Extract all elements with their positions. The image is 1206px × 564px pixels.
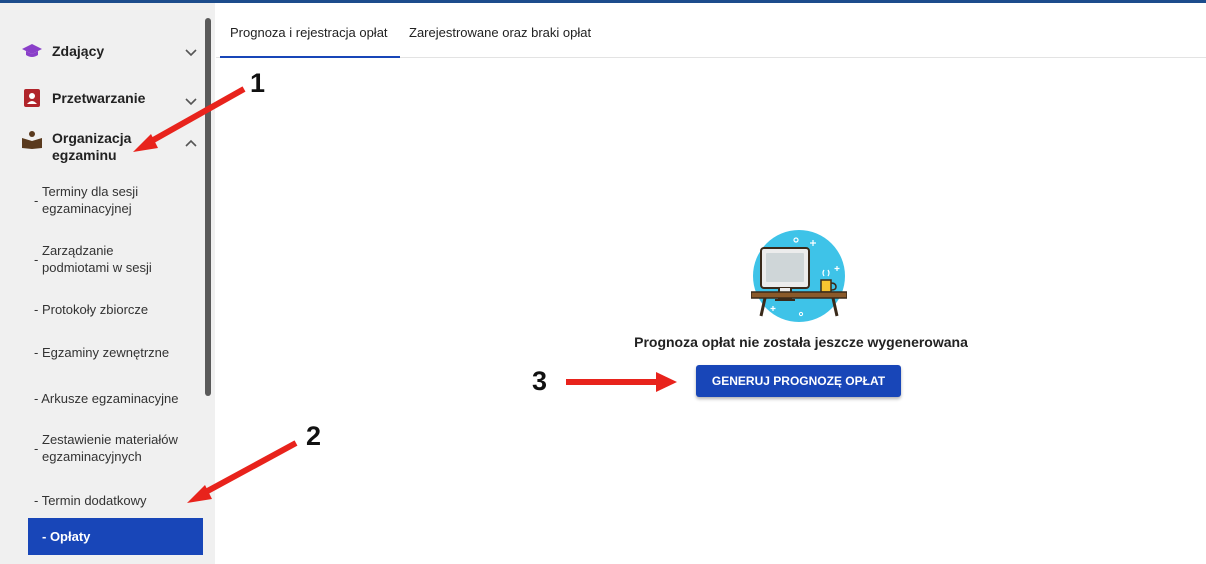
annotation-label-3: 3 [532,366,548,396]
empty-state-message: Prognoza opłat nie została jeszcze wygen… [634,334,968,350]
chevron-down-icon [185,46,197,58]
annotation-label-1: 1 [250,68,266,98]
sidebar-group-organizacja-egzaminu[interactable]: Organizacja egzaminu [0,128,203,164]
tab-zarejestrowane[interactable]: Zarejestrowane oraz braki opłat [409,25,591,40]
sidebar-item-label: - Arkusze egzaminacyjne [34,391,179,406]
annotation-arrow-3 [566,372,677,392]
sidebar-item-zestawienie[interactable]: - Zestawienie materiałów egzaminacyjnych [34,431,178,465]
sidebar-item-label: egzaminacyjnych [42,449,142,464]
sidebar-item-terminy[interactable]: - Terminy dla sesji egzaminacyjnej [34,183,139,217]
sidebar-item-label: podmiotami w sesji [42,260,152,275]
chevron-down-icon [185,95,197,107]
sidebar-item-label: - Protokoły zbiorcze [34,302,149,317]
sidebar-item-label: - Termin dodatkowy [34,493,147,508]
sidebar-item-label: - Egzaminy zewnętrzne [34,345,170,360]
id-card-icon [22,88,42,108]
computer-desk-coffee-icon [750,228,848,324]
active-tab-indicator [220,56,400,58]
sidebar-item-label: Zarządzanie [42,243,114,258]
sidebar-group-przetwarzanie[interactable]: Przetwarzanie [0,87,203,109]
sidebar-group-zdajacy[interactable]: Zdający [0,40,203,62]
sidebar-item-label: Zestawienie materiałów [42,432,178,447]
tab-prognoza[interactable]: Prognoza i rejestracja opłat [230,25,388,40]
sidebar-item-label: Terminy dla sesji [42,184,139,199]
reading-person-icon [22,130,42,150]
sidebar-scroll-thumb[interactable] [205,18,211,396]
sidebar-item-egzaminy-zewnetrzne[interactable]: - Egzaminy zewnętrzne [34,344,169,361]
graduation-cap-icon [22,41,42,61]
sidebar-item-oplaty[interactable]: - Opłaty [28,518,203,555]
sidebar-item-protokoly[interactable]: - Protokoły zbiorcze [34,301,148,318]
sidebar-item-termin-dodatkowy[interactable]: - Termin dodatkowy [34,492,146,509]
generate-forecast-button[interactable]: GENERUJ PROGNOZĘ OPŁAT [696,365,901,397]
sidebar-item-zarzadzanie[interactable]: - Zarządzanie podmiotami w sesji [34,242,152,276]
sidebar-item-label: egzaminacyjnej [42,201,132,216]
sidebar-group-label-line1: Organizacja [52,130,132,146]
annotation-label-2: 2 [306,421,322,451]
sidebar-group-label: Zdający [52,42,105,59]
sidebar-item-label: - Opłaty [42,529,91,544]
sidebar-group-label: Przetwarzanie [52,89,146,106]
sidebar-group-label-line2: egzaminu [52,147,117,163]
sidebar-item-arkusze[interactable]: - Arkusze egzaminacyjne [34,390,179,407]
chevron-up-icon [185,136,197,148]
